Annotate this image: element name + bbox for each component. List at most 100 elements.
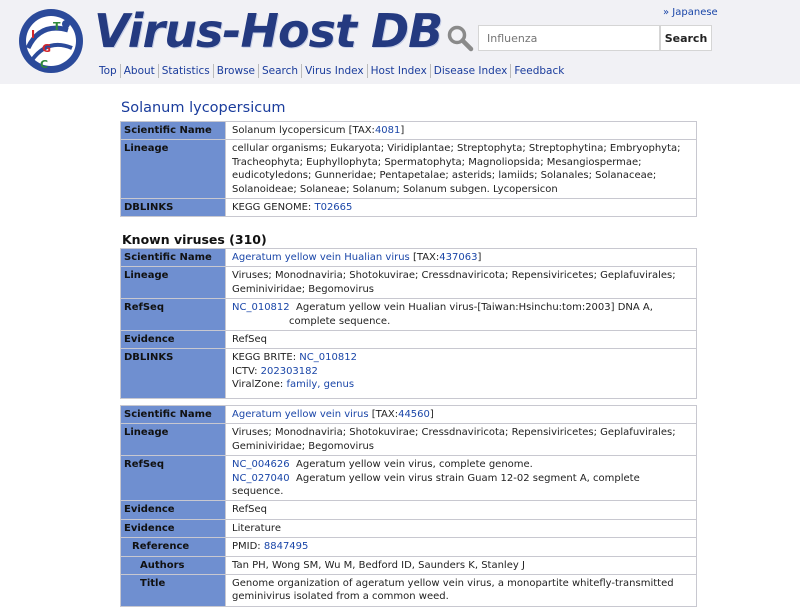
field-label: Lineage bbox=[120, 139, 226, 200]
refseq-link[interactable]: NC_027040 bbox=[232, 473, 290, 484]
field-label: Evidence bbox=[120, 330, 226, 350]
nav-search[interactable]: Search bbox=[259, 64, 303, 78]
table-row: RefSeq NC_010812 Ageratum yellow vein Hu… bbox=[120, 298, 697, 332]
table-row: Scientific Name Solanum lycopersicum [TA… bbox=[120, 120, 697, 141]
main-nav: Top About Statistics Browse Search Virus… bbox=[96, 64, 567, 78]
table-row: RefSeq NC_004626 Ageratum yellow vein vi… bbox=[120, 455, 697, 502]
nav-disease-index[interactable]: Disease Index bbox=[431, 64, 512, 78]
authors-value: Tan PH, Wong SM, Wu M, Bedford ID, Saund… bbox=[225, 555, 697, 576]
refseq-entry: NC_004626 Ageratum yellow vein virus, co… bbox=[232, 458, 692, 471]
kegg-genome-link[interactable]: T02665 bbox=[314, 202, 352, 213]
refseq-description-cont: complete sequence. bbox=[289, 315, 391, 327]
tax-bracket: ] bbox=[400, 125, 405, 136]
field-label: Scientific Name bbox=[120, 120, 226, 141]
field-label: Lineage bbox=[120, 423, 226, 457]
viralzone-link[interactable]: family, genus bbox=[286, 379, 354, 390]
field-label: RefSeq bbox=[120, 455, 226, 502]
refseq-description: Ageratum yellow vein virus, complete gen… bbox=[296, 459, 533, 471]
pmid-link[interactable]: 8847495 bbox=[264, 541, 309, 552]
virus-card: Scientific Name Ageratum yellow vein vir… bbox=[120, 404, 697, 607]
refseq-description: Ageratum yellow vein Hualian virus-[Taiw… bbox=[296, 302, 653, 314]
dblink-row: ViralZone: family, genus bbox=[232, 378, 692, 391]
site-title[interactable]: Virus-Host DB bbox=[94, 4, 443, 58]
table-row: Authors Tan PH, Wong SM, Wu M, Bedford I… bbox=[120, 555, 697, 576]
svg-text:C: C bbox=[40, 58, 48, 71]
virus-lineage: Viruses; Monodnaviria; Shotokuvirae; Cre… bbox=[225, 266, 697, 300]
virus-lineage: Viruses; Monodnaviria; Shotokuvirae; Cre… bbox=[225, 423, 697, 457]
field-label: DBLINKS bbox=[120, 348, 226, 399]
field-value: NC_010812 Ageratum yellow vein Hualian v… bbox=[225, 298, 697, 332]
table-row: DBLINKS KEGG GENOME: T02665 bbox=[120, 198, 697, 218]
field-label: Scientific Name bbox=[120, 404, 226, 425]
table-row: Scientific Name Ageratum yellow vein vir… bbox=[120, 404, 697, 425]
field-value: KEGG GENOME: T02665 bbox=[225, 198, 697, 218]
kegg-brite-link[interactable]: NC_010812 bbox=[299, 352, 357, 363]
virus-card: Scientific Name Ageratum yellow vein Hua… bbox=[120, 247, 697, 399]
table-row: Evidence RefSeq bbox=[120, 500, 697, 520]
tax-bracket: ] bbox=[477, 252, 482, 263]
nav-feedback[interactable]: Feedback bbox=[511, 64, 567, 78]
site-header: I T G C Virus-Host DB » Japanese Search … bbox=[0, 0, 800, 84]
dblink-row: KEGG BRITE: NC_010812 bbox=[232, 351, 692, 364]
virus-name-link[interactable]: Ageratum yellow vein Hualian virus bbox=[232, 252, 410, 263]
field-label: Scientific Name bbox=[120, 247, 226, 268]
field-label: Reference bbox=[120, 537, 226, 557]
evidence-value: RefSeq bbox=[225, 330, 697, 350]
field-label: DBLINKS bbox=[120, 198, 226, 218]
dblink-label: KEGG BRITE: bbox=[232, 352, 300, 364]
field-value: Ageratum yellow vein Hualian virus [TAX:… bbox=[225, 247, 697, 268]
field-label: Authors bbox=[120, 555, 226, 576]
field-label: Evidence bbox=[120, 518, 226, 539]
tax-bracket: [TAX: bbox=[368, 409, 399, 420]
refseq-link[interactable]: NC_004626 bbox=[232, 459, 290, 470]
virus-tax-link[interactable]: 437063 bbox=[439, 252, 477, 263]
refseq-link[interactable]: NC_010812 bbox=[232, 302, 290, 313]
japanese-link[interactable]: » Japanese bbox=[663, 7, 718, 18]
nav-virus-index[interactable]: Virus Index bbox=[302, 64, 368, 78]
nav-about[interactable]: About bbox=[121, 64, 159, 78]
table-row: Evidence Literature bbox=[120, 518, 697, 539]
field-label: Evidence bbox=[120, 500, 226, 520]
dblink-label: ICTV: bbox=[232, 365, 261, 377]
page-title: Solanum lycopersicum bbox=[121, 100, 286, 116]
field-value: Solanum lycopersicum [TAX:4081] bbox=[225, 120, 697, 141]
dblink-row: ICTV: 202303182 bbox=[232, 365, 692, 378]
svg-text:T: T bbox=[53, 20, 61, 33]
title-value: Genome organization of ageratum yellow v… bbox=[225, 574, 697, 607]
search-input[interactable] bbox=[478, 25, 660, 51]
host-info-table: Scientific Name Solanum lycopersicum [TA… bbox=[120, 120, 697, 218]
table-row: Lineage cellular organisms; Eukaryota; V… bbox=[120, 139, 697, 200]
nav-statistics[interactable]: Statistics bbox=[159, 64, 214, 78]
vhdb-logo-icon[interactable]: I T G C bbox=[18, 8, 84, 74]
search-button[interactable]: Search bbox=[660, 25, 712, 51]
refseq-entry: NC_027040 Ageratum yellow vein virus str… bbox=[232, 472, 692, 499]
table-row: DBLINKS KEGG BRITE: NC_010812 ICTV: 2023… bbox=[120, 348, 697, 399]
tax-bracket: ] bbox=[429, 409, 434, 420]
table-row: Title Genome organization of ageratum ye… bbox=[120, 574, 697, 607]
table-row: Evidence RefSeq bbox=[120, 330, 697, 350]
search-icon bbox=[447, 25, 474, 52]
evidence-value: Literature bbox=[225, 518, 697, 539]
nav-top[interactable]: Top bbox=[96, 64, 121, 78]
table-row: Lineage Viruses; Monodnaviria; Shotokuvi… bbox=[120, 423, 697, 457]
field-label: Title bbox=[120, 574, 226, 607]
nav-browse[interactable]: Browse bbox=[214, 64, 259, 78]
host-tax-link[interactable]: 4081 bbox=[375, 125, 400, 136]
field-value: NC_004626 Ageratum yellow vein virus, co… bbox=[225, 455, 697, 502]
refseq-description: Ageratum yellow vein virus strain Guam 1… bbox=[232, 472, 640, 498]
virus-tax-link[interactable]: 44560 bbox=[398, 409, 430, 420]
ictv-link[interactable]: 202303182 bbox=[261, 366, 318, 377]
nav-host-index[interactable]: Host Index bbox=[368, 64, 431, 78]
evidence-value: RefSeq bbox=[225, 500, 697, 520]
dblinks-prefix: KEGG GENOME: bbox=[232, 202, 315, 214]
field-value: KEGG BRITE: NC_010812 ICTV: 202303182 Vi… bbox=[225, 348, 697, 399]
dblink-label: ViralZone: bbox=[232, 379, 287, 391]
field-label: RefSeq bbox=[120, 298, 226, 332]
host-lineage: cellular organisms; Eukaryota; Viridipla… bbox=[225, 139, 697, 200]
field-label: Lineage bbox=[120, 266, 226, 300]
tax-bracket: [TAX: bbox=[409, 252, 440, 263]
table-row: Scientific Name Ageratum yellow vein Hua… bbox=[120, 247, 697, 268]
virus-name-link[interactable]: Ageratum yellow vein virus bbox=[232, 409, 369, 420]
field-value: PMID: 8847495 bbox=[225, 537, 697, 557]
host-scientific-name: Solanum lycopersicum [TAX: bbox=[232, 125, 375, 136]
